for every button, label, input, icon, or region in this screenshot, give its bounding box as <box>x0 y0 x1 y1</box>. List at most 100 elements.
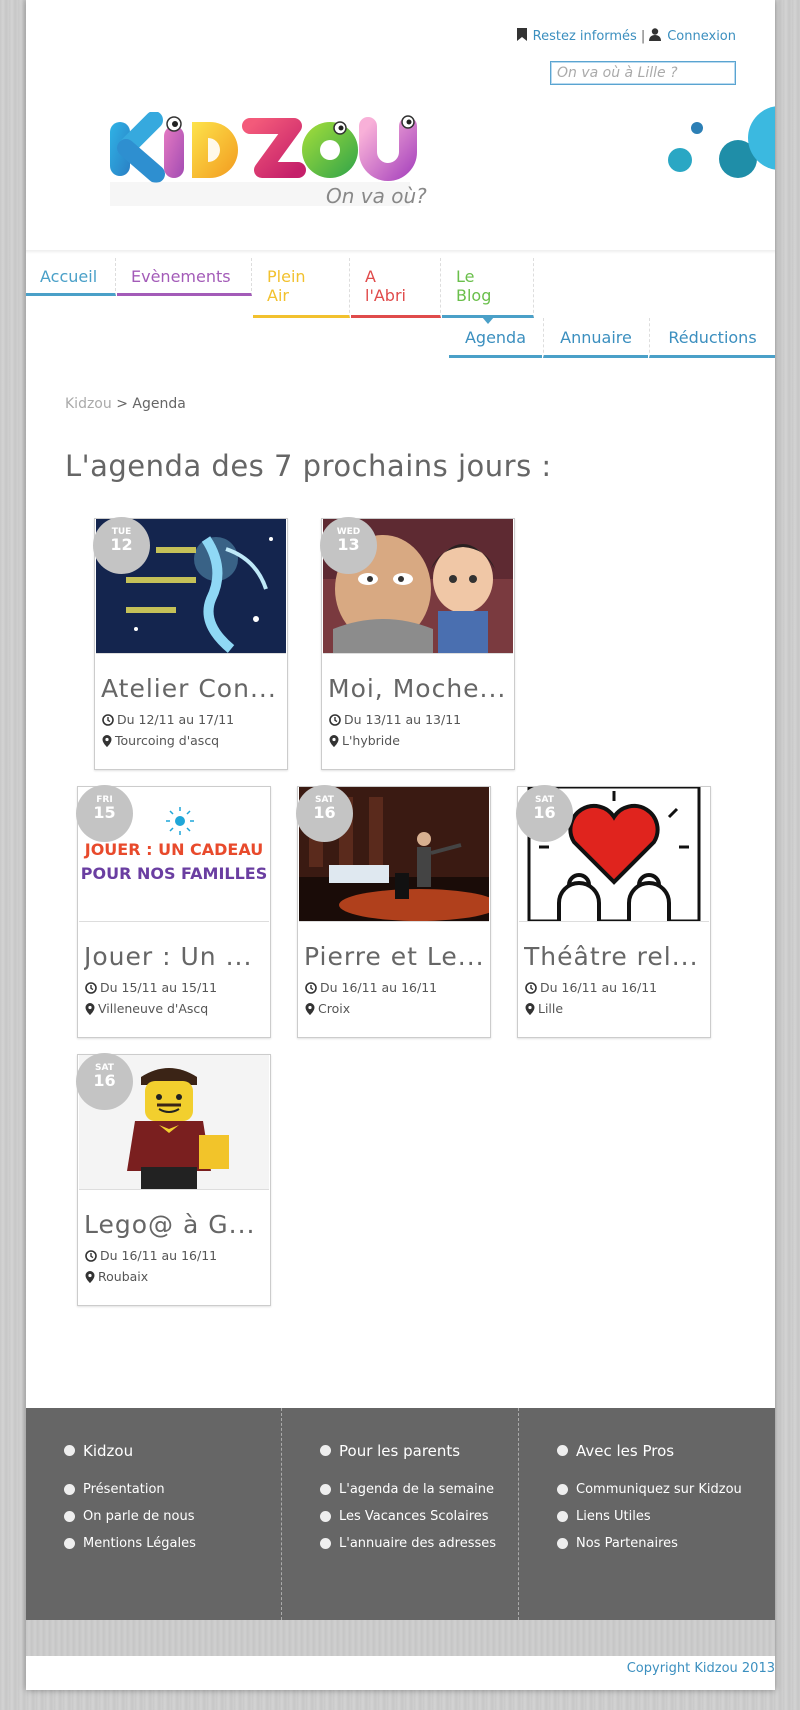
footer-link[interactable]: Communiquez sur Kidzou <box>557 1482 742 1509</box>
date-badge: SAT 16 <box>296 785 353 842</box>
nav-label: Plein Air <box>267 267 306 305</box>
badge-day: 16 <box>533 803 556 822</box>
breadcrumb: Kidzou > Agenda <box>65 396 186 412</box>
event-place: L'hybride <box>329 733 400 748</box>
event-dates: Du 15/11 au 15/11 <box>85 980 217 995</box>
date-badge: TUE 12 <box>93 517 150 574</box>
event-place: Villeneuve d'Ascq <box>85 1001 208 1016</box>
badge-day: 16 <box>93 1071 116 1090</box>
event-dates: Du 16/11 au 16/11 <box>85 1248 217 1263</box>
footer-link[interactable]: Liens Utiles <box>557 1509 742 1536</box>
separator: | <box>640 29 646 44</box>
footer-link[interactable]: Les Vacances Scolaires <box>320 1509 496 1536</box>
clock-icon <box>85 982 97 994</box>
nav-item-evenements[interactable]: Evènements <box>117 258 252 296</box>
badge-day: 15 <box>93 803 116 822</box>
bullet-icon <box>64 1484 75 1495</box>
event-dates: Du 12/11 au 17/11 <box>102 712 234 727</box>
nav-label: Accueil <box>40 267 98 286</box>
bullet-icon <box>557 1511 568 1522</box>
date-badge: WED 13 <box>320 517 377 574</box>
footer-link-text: Les Vacances Scolaires <box>339 1509 489 1524</box>
footer-link-list: Communiquez sur Kidzou Liens Utiles Nos … <box>557 1482 742 1563</box>
event-place: Tourcoing d'ascq <box>102 733 219 748</box>
search-input[interactable] <box>550 61 736 85</box>
event-place-text: Tourcoing d'ascq <box>115 733 220 748</box>
event-place-text: Croix <box>318 1001 351 1016</box>
footer-link[interactable]: Mentions Légales <box>64 1536 196 1563</box>
event-card[interactable]: SAT 16 Théâtre rel... Du 16/11 au 16/11 L… <box>516 785 711 1038</box>
badge-day: 13 <box>337 535 360 554</box>
image-text-line-1: JOUER : UN CADEAU <box>84 840 264 859</box>
event-dates-text: Du 16/11 au 16/11 <box>100 1248 218 1263</box>
date-badge: FRI 15 <box>76 785 133 842</box>
event-card[interactable]: SAT 16 Lego@ à G... Du 16/11 au 16/11 Rou… <box>76 1053 271 1306</box>
subnav-label: Réductions <box>668 328 757 347</box>
footer-link-text: Communiquez sur Kidzou <box>576 1482 742 1497</box>
footer-link[interactable]: L'annuaire des adresses <box>320 1536 496 1563</box>
footer: Kidzou Présentation On parle de nous Men… <box>26 1408 775 1620</box>
footer-column-kidzou: Kidzou Présentation On parle de nous Men… <box>26 1408 282 1620</box>
footer-heading: Kidzou <box>64 1442 133 1460</box>
bookmark-icon <box>516 28 527 45</box>
map-pin-icon <box>329 735 339 747</box>
copyright[interactable]: Copyright Kidzou 2013 <box>627 1661 775 1676</box>
subnav-agenda[interactable]: Agenda <box>449 318 542 358</box>
event-card[interactable]: SAT 16 Pierre et Le... Du 16/11 au 16/11 … <box>296 785 491 1038</box>
event-place: Roubaix <box>85 1269 148 1284</box>
bullet-icon <box>557 1484 568 1495</box>
top-bar: Restez informés | Connexion <box>516 28 736 45</box>
page-title: L'agenda des 7 prochains jours : <box>65 449 552 483</box>
nav-label: Evènements <box>131 267 231 286</box>
login-link[interactable]: Connexion <box>667 29 736 44</box>
logo-tagline: On va où? <box>326 184 427 208</box>
event-dates: Du 13/11 au 13/11 <box>329 712 461 727</box>
clock-icon <box>525 982 537 994</box>
event-dates-text: Du 13/11 au 13/11 <box>344 712 462 727</box>
event-place: Lille <box>525 1001 563 1016</box>
footer-column-parents: Pour les parents L'agenda de la semaine … <box>282 1408 519 1620</box>
footer-link-list: L'agenda de la semaine Les Vacances Scol… <box>320 1482 496 1563</box>
nav-item-plein-air[interactable]: Plein Air <box>253 258 350 318</box>
footer-link[interactable]: L'agenda de la semaine <box>320 1482 496 1509</box>
nav-item-accueil[interactable]: Accueil <box>26 258 116 296</box>
footer-heading: Avec les Pros <box>557 1442 674 1460</box>
footer-link-text: Liens Utiles <box>576 1509 651 1524</box>
nav-label: Le Blog <box>456 267 492 305</box>
event-dates-text: Du 16/11 au 16/11 <box>320 980 438 995</box>
breadcrumb-current: Agenda <box>132 396 186 412</box>
subnav-annuaire[interactable]: Annuaire <box>543 318 648 358</box>
event-dates-text: Du 12/11 au 17/11 <box>117 712 235 727</box>
date-badge: SAT 16 <box>76 1053 133 1110</box>
breadcrumb-separator: > <box>116 396 128 412</box>
header-divider <box>26 250 775 254</box>
footer-link-text: Mentions Légales <box>83 1536 196 1551</box>
footer-link-text: L'agenda de la semaine <box>339 1482 494 1497</box>
map-pin-icon <box>525 1003 535 1015</box>
event-card[interactable]: TUE 12 Atelier Con... Du 12/11 au 17/11 T… <box>93 517 288 770</box>
breadcrumb-home[interactable]: Kidzou <box>65 396 112 412</box>
footer-band <box>26 1620 775 1656</box>
nav-item-le-blog[interactable]: Le Blog <box>442 258 534 324</box>
event-title: Atelier Con... <box>101 674 277 703</box>
bullet-icon <box>320 1538 331 1549</box>
nav-item-a-labri[interactable]: A l'Abri <box>351 258 441 318</box>
footer-link[interactable]: Présentation <box>64 1482 196 1509</box>
newsletter-link[interactable]: Restez informés <box>533 29 637 44</box>
bullet-icon <box>64 1511 75 1522</box>
event-title: Lego@ à G... <box>84 1210 256 1239</box>
footer-link-text: On parle de nous <box>83 1509 195 1524</box>
footer-link[interactable]: Nos Partenaires <box>557 1536 742 1563</box>
event-place: Croix <box>305 1001 350 1016</box>
event-title: Pierre et Le... <box>304 942 485 971</box>
event-card[interactable]: JOUER : UN CADEAU POUR NOS FAMILLES FRI 1… <box>76 785 271 1038</box>
map-pin-icon <box>102 735 112 747</box>
event-card[interactable]: WED 13 Moi, Moche... Du 13/11 au 13/11 L'… <box>320 517 515 770</box>
footer-link[interactable]: On parle de nous <box>64 1509 196 1536</box>
subnav-reductions[interactable]: Réductions <box>649 318 775 358</box>
nav-label: A l'Abri <box>365 267 406 305</box>
footer-link-text: Nos Partenaires <box>576 1536 678 1551</box>
event-dates-text: Du 16/11 au 16/11 <box>540 980 658 995</box>
date-badge: SAT 16 <box>516 785 573 842</box>
footer-heading-text: Avec les Pros <box>576 1442 675 1460</box>
